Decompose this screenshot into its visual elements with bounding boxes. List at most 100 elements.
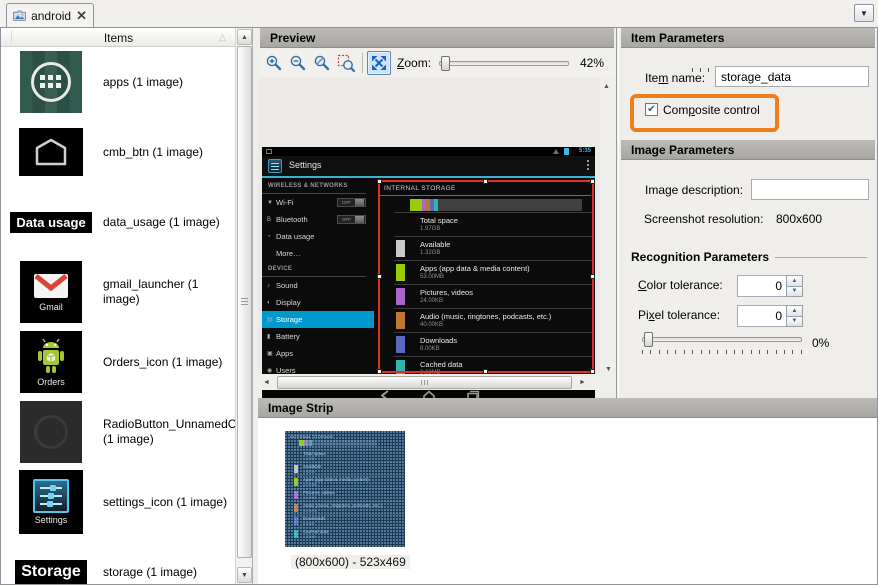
spin-down-icon[interactable]: ▼	[786, 286, 803, 298]
android-nav-icon: ▤	[267, 316, 276, 323]
strip-thumbnail[interactable]: INTERNAL STORAGE Total space 1.97GB Avai…	[285, 431, 405, 547]
item-label: RadioButton_UnnamedCtrl (1 image)	[103, 417, 236, 447]
scroll-left-icon[interactable]: ◄	[260, 376, 273, 389]
preview-horizontal-scrollbar[interactable]: ◄ ►	[260, 374, 600, 390]
preview-toolbar: Zoom: 42%	[258, 49, 616, 77]
pixel-tolerance-input[interactable]	[737, 305, 786, 327]
item-thumbnail: Storage Storage Storage	[19, 540, 83, 584]
image-strip-content: INTERNAL STORAGE Total space 1.97GB Avai…	[258, 418, 877, 584]
android-nav-icon: ▣	[267, 350, 276, 357]
resolution-label: Screenshot resolution:	[644, 212, 763, 226]
preview-scroll-down-icon[interactable]: ▼	[602, 363, 615, 376]
home-outline-icon	[19, 128, 83, 176]
fit-to-window-icon	[371, 55, 387, 71]
radio-circle-icon	[20, 401, 82, 463]
composite-label: Composite control	[663, 103, 760, 117]
sort-ascending-icon: △	[219, 32, 226, 43]
list-item[interactable]: Gmail Gmail Gmail	[1, 257, 236, 327]
overflow-menu-icon	[587, 160, 589, 170]
android-nav-row: B Bluetooth OFF	[262, 211, 374, 228]
spin-up-icon[interactable]: ▲	[786, 275, 803, 286]
chevron-down-icon: ▼	[860, 9, 868, 18]
android-nav-icon: ▼	[267, 200, 276, 206]
list-item[interactable]: Data usage Data usage Data usage	[1, 187, 236, 257]
preview-panel-header: Preview	[260, 28, 614, 48]
text-capture-icon: Data usage	[10, 212, 91, 233]
strip-thumbnail-selection[interactable]: INTERNAL STORAGE Total space 1.97GB Avai…	[281, 427, 409, 551]
composite-checkbox[interactable]	[645, 103, 658, 116]
preview-scroll-up-icon[interactable]: ▲	[600, 80, 613, 93]
status-time: 5:35	[579, 148, 591, 154]
zoom-out-button[interactable]	[286, 51, 310, 75]
item-label: cmb_btn (1 image)	[103, 145, 203, 160]
zoom-region-icon	[337, 54, 355, 72]
scrollbar-thumb[interactable]	[237, 46, 252, 558]
close-icon[interactable]: ✕	[76, 11, 87, 21]
android-nav-row: WIRELESS & NETWORKS	[262, 179, 366, 194]
spin-up-icon[interactable]: ▲	[786, 305, 803, 316]
items-panel: Items △	[1, 28, 253, 584]
selection-handle[interactable]	[483, 179, 488, 184]
tab-android[interactable]: android ✕	[6, 3, 94, 27]
image-description-input[interactable]	[751, 179, 869, 200]
color-tolerance-input[interactable]	[737, 275, 786, 297]
gmail-icon: Gmail	[20, 261, 82, 323]
signal-icon	[553, 149, 559, 154]
android-screenshot: 5:35 Settings WIRELESS & NETWORKS ▼ Wi-F…	[262, 147, 595, 404]
zoom-in-button[interactable]	[262, 51, 286, 75]
fit-to-window-button[interactable]	[367, 51, 391, 75]
text-capture-icon: Storage	[15, 560, 87, 584]
preview-zoom-slider[interactable]	[439, 61, 569, 66]
items-column-header[interactable]: Items △	[1, 28, 236, 47]
android-nav-icon: ◔	[267, 234, 276, 240]
scroll-down-icon[interactable]: ▼	[237, 567, 252, 583]
zoom-slider-thumb[interactable]	[441, 56, 450, 71]
parameters-panel: Item Parameters Item name: Composite con…	[619, 28, 877, 394]
spin-down-icon[interactable]: ▼	[786, 316, 803, 328]
selection-handle[interactable]	[590, 179, 595, 184]
android-settings-nav: WIRELESS & NETWORKS ▼ Wi-Fi OFF B Blueto…	[262, 179, 374, 387]
list-item[interactable]: Storage Storage Storage	[1, 537, 236, 584]
item-thumbnail: Data usage Data usage Data usage	[19, 190, 83, 254]
strip-thumbnail-caption: (800x600) - 523x469	[291, 555, 410, 569]
tolerance-slider-thumb[interactable]	[644, 332, 653, 347]
android-nav-icon: B	[267, 217, 276, 223]
selection-handle[interactable]	[590, 274, 595, 279]
recognition-parameters-header: Recognition Parameters	[631, 250, 867, 264]
selection-handle[interactable]	[377, 179, 382, 184]
image-description-label: Image description:	[645, 183, 743, 197]
item-label: settings_icon (1 image)	[103, 495, 227, 510]
image-strip-panel: Image Strip INTERNAL STORAGE Total space…	[258, 398, 877, 584]
android-nav-row: ▮ Battery	[262, 328, 374, 345]
zoom-custom-button[interactable]	[310, 51, 334, 75]
tolerance-slider[interactable]	[642, 337, 802, 342]
scroll-up-icon[interactable]: ▲	[237, 29, 252, 45]
list-item[interactable]: apps (1 image)	[1, 47, 236, 117]
list-item[interactable]: Settings Settings Settings	[1, 467, 236, 537]
list-item[interactable]: RadioButton_UnnamedCtrl (1 image)	[1, 397, 236, 467]
item-label: apps (1 image)	[103, 75, 183, 90]
tab-list-dropdown-button[interactable]: ▼	[854, 4, 874, 22]
item-thumbnail	[19, 120, 83, 184]
items-scrollbar[interactable]: ▲ ▼	[235, 28, 252, 584]
capture-selection-rect[interactable]	[378, 180, 594, 373]
color-tolerance-label: Color tolerance:	[638, 278, 723, 292]
android-nav-row: ▼ Wi-Fi OFF	[262, 194, 374, 211]
toolbar-separator	[362, 53, 363, 73]
scrollbar-thumb[interactable]	[277, 376, 572, 389]
zoom-out-icon	[289, 54, 307, 72]
list-item[interactable]: Orders Orders Orders	[1, 327, 236, 397]
android-status-bar: 5:35	[262, 147, 595, 156]
list-item[interactable]: cmb_btn (1 image)	[1, 117, 236, 187]
android-action-bar: Settings	[262, 156, 595, 176]
settings-app-icon	[268, 159, 282, 173]
android-nav-row: More…	[262, 245, 374, 262]
android-nav-row: ◐ Display	[262, 294, 374, 311]
selection-handle[interactable]	[377, 274, 382, 279]
android-nav-row: ◔ Data usage	[262, 228, 374, 245]
items-list: apps (1 image)	[1, 47, 236, 584]
image-parameters-header: Image Parameters	[621, 140, 875, 160]
zoom-region-button[interactable]	[334, 51, 358, 75]
scroll-right-icon[interactable]: ►	[576, 376, 589, 389]
item-name-input[interactable]	[715, 66, 869, 87]
